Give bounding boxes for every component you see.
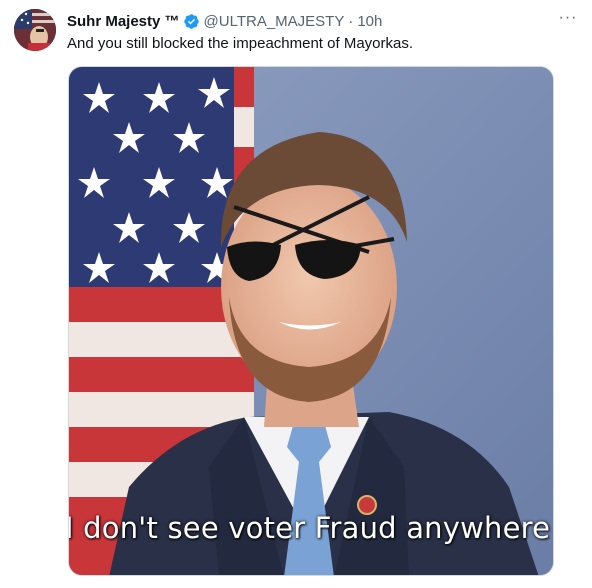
verified-badge-icon	[183, 13, 200, 30]
tweet-header: Suhr Majesty ™ @ULTRA_MAJESTY · 10h	[67, 11, 382, 31]
meme-caption: I don't see voter Fraud anywhere	[68, 511, 551, 545]
tweet-media-image[interactable]: I don't see voter Fraud anywhere	[68, 66, 554, 576]
photo-icon	[69, 67, 553, 575]
avatar[interactable]	[14, 9, 56, 51]
separator-dot: ·	[348, 12, 354, 30]
user-handle[interactable]: @ULTRA_MAJESTY	[204, 13, 345, 30]
more-options-icon[interactable]: ···	[558, 8, 578, 28]
tweet-text: And you still blocked the impeachment of…	[67, 35, 414, 52]
timestamp[interactable]: 10h	[357, 13, 382, 30]
display-name[interactable]: Suhr Majesty ™	[67, 13, 180, 30]
tweet-card[interactable]: Suhr Majesty ™ @ULTRA_MAJESTY · 10h ··· …	[0, 0, 592, 588]
